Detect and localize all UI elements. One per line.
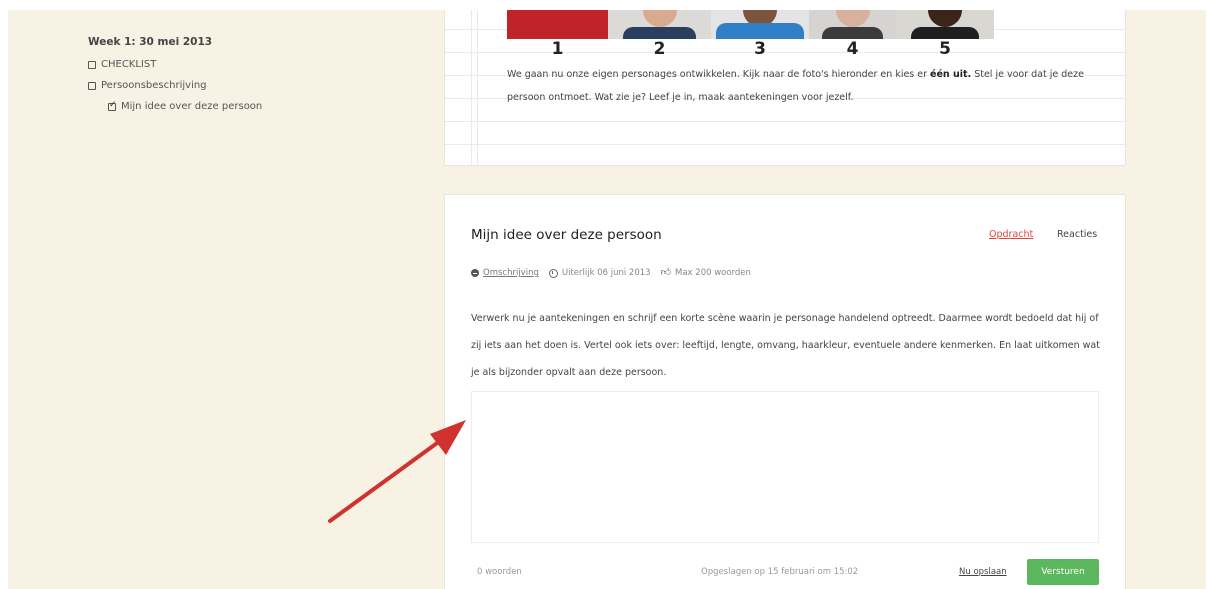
deadline-text: Uiterlijk 06 juni 2013 (561, 268, 651, 278)
photo-strip (507, 10, 994, 39)
minus-circle-icon (471, 269, 479, 277)
tab-reactions[interactable]: Reacties (1057, 229, 1097, 240)
assignment-body: Verwerk nu je aantekeningen en schrijf e… (471, 313, 1100, 378)
photo-number: 3 (754, 39, 766, 59)
sidebar-item-mijn-idee[interactable]: Mijn idee over deze persoon (88, 96, 348, 117)
photo-shape (623, 27, 696, 39)
intro-text: We gaan nu onze eigen personages ontwikk… (507, 63, 1107, 109)
person-photo-1[interactable] (507, 10, 608, 39)
photo-number: 2 (653, 39, 666, 59)
assignment-meta: Omschrijving Uiterlijk 06 juni 2013 👍︎ M… (471, 268, 761, 278)
person-photo-2[interactable] (608, 10, 711, 39)
thumbs-up-icon: 👍︎ (660, 267, 672, 278)
photo-shape (822, 27, 883, 39)
sidebar-item-label: Mijn idee over deze persoon (121, 101, 263, 112)
week-title: Week 1: 30 mei 2013 (88, 36, 213, 48)
assignment-card: Mijn idee over deze persoon Opdracht Rea… (444, 194, 1126, 589)
description-link[interactable]: Omschrijving (483, 268, 539, 278)
photo-number: 1 (551, 39, 564, 59)
save-now-link[interactable]: Nu opslaan (959, 567, 1007, 577)
tab-assignment[interactable]: Opdracht (989, 229, 1033, 240)
saved-status: Opgeslagen op 15 februari om 15:02 (701, 567, 859, 577)
sidebar-item-checklist[interactable]: CHECKLIST (88, 54, 348, 75)
sidebar: Week 1: 30 mei 2013 CHECKLIST Persoonsbe… (88, 36, 348, 117)
person-photo-3[interactable] (711, 10, 809, 39)
word-limit-text: Max 200 woorden (675, 268, 751, 278)
photo-shape (642, 10, 677, 27)
photo-number: 5 (939, 39, 951, 59)
margin-line (471, 10, 472, 165)
person-photo-4[interactable] (809, 10, 896, 39)
photo-numbers: 1 2 3 4 5 (507, 39, 994, 59)
page-frame: Week 1: 30 mei 2013 CHECKLIST Persoonsbe… (8, 10, 1206, 589)
intro-text-bold: één uit. (930, 69, 972, 80)
answer-footer: 0 woorden Opgeslagen op 15 februari om 1… (471, 557, 1099, 585)
photo-shape (928, 10, 962, 27)
photo-shape (507, 10, 608, 39)
intro-text-part: We gaan nu onze eigen personages ontwikk… (507, 69, 931, 80)
checked-checkbox-icon (108, 100, 117, 111)
assignment-title: Mijn idee over deze persoon (471, 227, 662, 243)
sidebar-item-label: CHECKLIST (101, 59, 157, 70)
meta-limit: 👍︎ Max 200 woorden (660, 267, 751, 279)
margin-line (477, 10, 478, 165)
clock-icon (548, 268, 558, 278)
meta-deadline: Uiterlijk 06 juni 2013 (548, 268, 651, 278)
answer-textarea[interactable] (471, 391, 1099, 543)
checkbox-icon (88, 60, 96, 69)
sidebar-item-label: Persoonsbeschrijving (101, 80, 207, 91)
photo-shape (835, 10, 870, 27)
checkbox-icon (88, 81, 96, 90)
photo-shape (715, 23, 805, 39)
meta-description[interactable]: Omschrijving (471, 268, 539, 278)
send-button[interactable]: Versturen (1027, 559, 1099, 585)
word-count: 0 woorden (477, 567, 522, 577)
intro-card: 1 2 3 4 5 We gaan nu onze eigen personag… (444, 10, 1126, 166)
photo-shape (910, 27, 980, 39)
person-photo-5[interactable] (896, 10, 994, 39)
photo-number: 4 (846, 39, 859, 59)
sidebar-item-persoonsbeschrijving[interactable]: Persoonsbeschrijving (88, 75, 348, 96)
